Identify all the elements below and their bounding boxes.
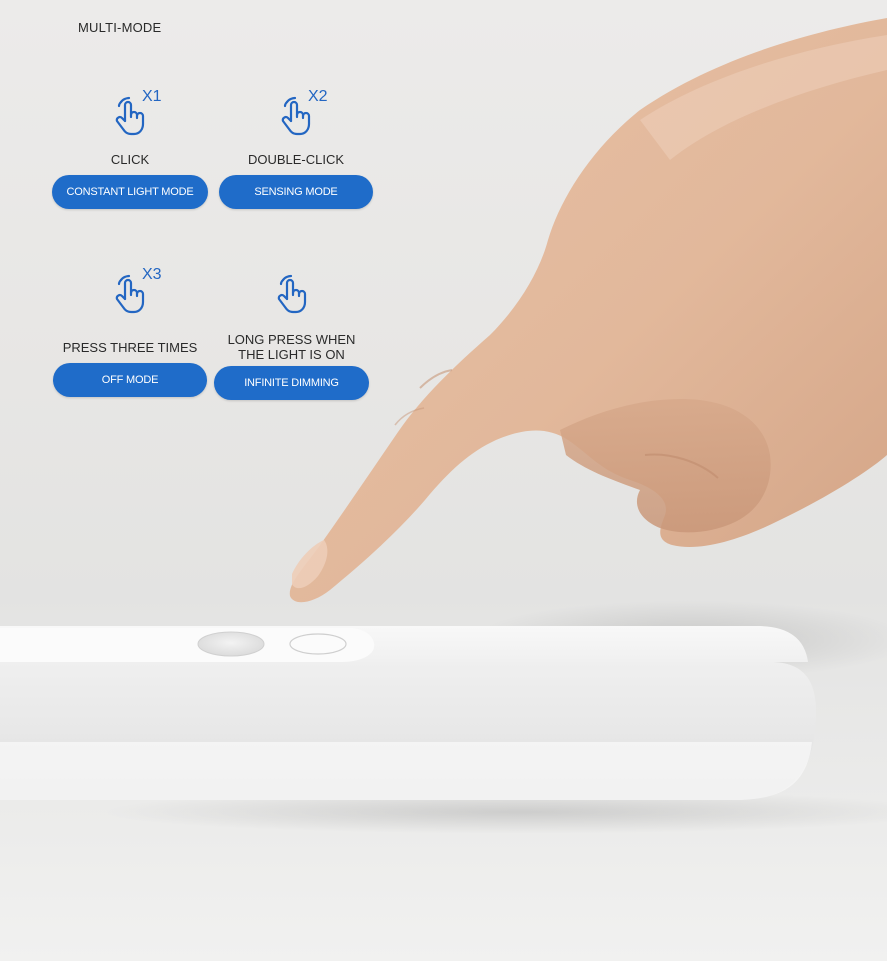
touch-button: [289, 633, 347, 655]
action-label: DOUBLE-CLICK: [247, 152, 345, 167]
hand-back: [289, 18, 887, 603]
multiplier-label: X3: [142, 266, 162, 283]
action-label-line-1: LONG PRESS WHEN: [227, 332, 356, 347]
mode-press-three-times: X3 PRESS THREE TIMES OFF MODE: [53, 266, 207, 397]
hand-tap-icon: X2: [256, 88, 336, 144]
sensor-lens: [197, 631, 265, 657]
mode-long-press: LONG PRESS WHEN THE LIGHT IS ON INFINITE…: [214, 270, 369, 400]
multiplier-label: X2: [308, 88, 328, 105]
action-label-line-2: THE LIGHT IS ON: [238, 347, 345, 362]
hand-tap-icon: X3: [90, 266, 170, 322]
sensing-mode-badge: SENSING MODE: [219, 175, 373, 209]
action-label: CLICK: [110, 152, 150, 167]
off-mode-badge: OFF MODE: [53, 363, 207, 397]
mode-double-click: X2 DOUBLE-CLICK SENSING MODE: [219, 88, 373, 209]
hand-tap-icon: [252, 270, 332, 322]
multi-mode-heading: MULTI-MODE: [78, 20, 162, 35]
hand-tap-icon: X1: [90, 88, 170, 144]
constant-light-mode-badge: CONSTANT LIGHT MODE: [52, 175, 208, 209]
multiplier-label: X1: [142, 88, 162, 105]
infinite-dimming-badge: INFINITE DIMMING: [214, 366, 369, 400]
curled-fingers: [560, 399, 771, 533]
action-label: PRESS THREE TIMES: [62, 340, 198, 355]
lamp-bar-lip: [0, 742, 812, 800]
mode-click: X1 CLICK CONSTANT LIGHT MODE: [52, 88, 208, 209]
product-scene: MULTI-MODE X1 CLICK CONSTANT LIGHT MODE …: [0, 0, 887, 961]
